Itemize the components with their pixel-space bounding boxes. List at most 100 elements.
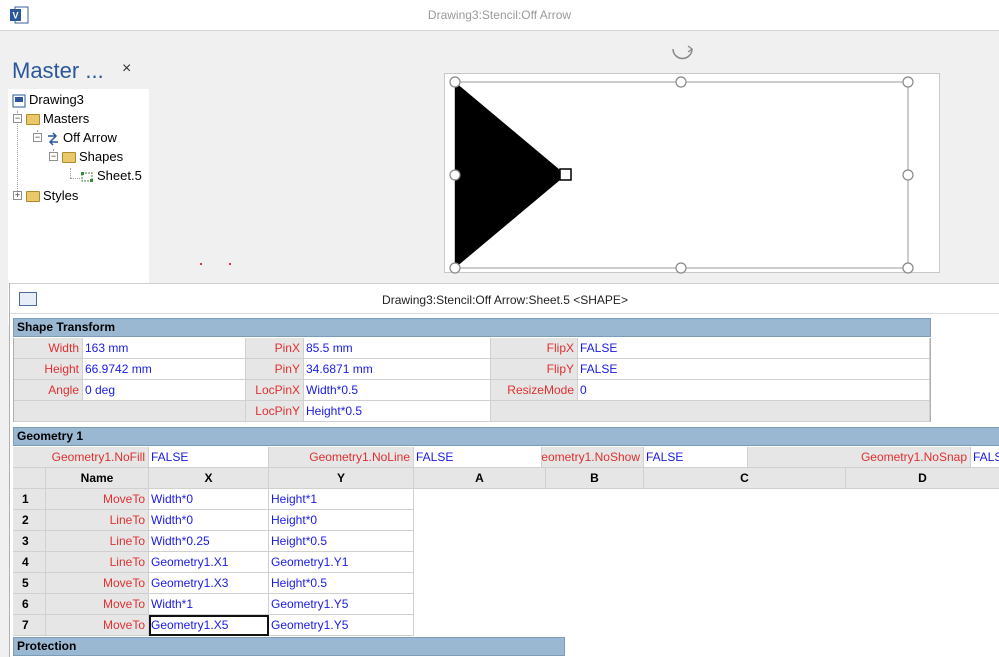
cell-value[interactable]: FALSE bbox=[578, 359, 930, 380]
shape-transform-grid: Width 163 mm PinX 85.5 mm FlipX FALSE He… bbox=[13, 338, 931, 422]
tree-item-off-arrow[interactable]: Off Arrow bbox=[46, 128, 117, 147]
tree-line bbox=[70, 178, 80, 179]
x-cell[interactable]: Geometry1.X3 bbox=[149, 573, 269, 594]
shape-selection[interactable] bbox=[444, 43, 944, 281]
off-arrow-shape[interactable] bbox=[455, 82, 566, 268]
connection-point[interactable] bbox=[559, 168, 572, 181]
master-shape-icon bbox=[48, 132, 58, 146]
cell-value[interactable]: FALS bbox=[971, 447, 999, 468]
collapse-icon[interactable]: − bbox=[13, 114, 22, 123]
row-name-cell: LineTo bbox=[46, 510, 149, 531]
tree-item-drawing3[interactable]: Drawing3 bbox=[12, 90, 84, 109]
tree-item-label: Off Arrow bbox=[63, 130, 117, 145]
tree-item-label: Sheet.5 bbox=[97, 168, 142, 183]
tree-line bbox=[70, 168, 71, 178]
y-cell[interactable]: Height*1 bbox=[269, 489, 414, 510]
section-header-shape-transform[interactable]: Shape Transform bbox=[13, 318, 931, 337]
shape-icon bbox=[81, 171, 93, 182]
x-cell[interactable]: Geometry1.X1 bbox=[149, 552, 269, 573]
x-cell[interactable]: Geometry1.X5 bbox=[149, 615, 269, 636]
cell-label: Geometry1.NoFill bbox=[13, 447, 149, 468]
x-cell[interactable]: Width*1 bbox=[149, 594, 269, 615]
resize-handle[interactable] bbox=[675, 76, 687, 88]
canvas-dot bbox=[229, 263, 231, 265]
x-cell[interactable]: Width*0 bbox=[149, 510, 269, 531]
y-cell[interactable]: Height*0.5 bbox=[269, 531, 414, 552]
column-header-corner bbox=[13, 468, 46, 489]
cell-value[interactable]: 34.6871 mm bbox=[304, 359, 491, 380]
tree-item-label: Shapes bbox=[79, 149, 124, 164]
collapse-icon[interactable]: − bbox=[49, 152, 58, 161]
tree-item-label: Masters bbox=[43, 111, 90, 126]
cell-label: Height bbox=[14, 359, 83, 380]
cell-value[interactable]: Height*0.5 bbox=[304, 401, 491, 422]
resize-handle[interactable] bbox=[449, 169, 461, 181]
cell-value[interactable]: 85.5 mm bbox=[304, 338, 491, 359]
resize-handle[interactable] bbox=[902, 169, 914, 181]
column-header-y: Y bbox=[269, 468, 414, 489]
y-cell[interactable]: Geometry1.Y1 bbox=[269, 552, 414, 573]
cell-label: PinX bbox=[246, 338, 304, 359]
drawing-icon bbox=[12, 94, 26, 108]
x-cell[interactable]: Width*0 bbox=[149, 489, 269, 510]
row-number: 1 bbox=[13, 489, 46, 510]
cell-label: Geometry1.NoSnap bbox=[748, 447, 971, 468]
cell-label: Geometry1.NoLine bbox=[269, 447, 414, 468]
collapse-icon[interactable]: − bbox=[33, 133, 42, 142]
cell-value[interactable]: 0 bbox=[578, 380, 930, 401]
y-cell[interactable]: Geometry1.Y5 bbox=[269, 615, 414, 636]
tree-item-styles[interactable]: Styles bbox=[26, 186, 78, 205]
row-name-cell: LineTo bbox=[46, 552, 149, 573]
cell-value[interactable]: 66.9742 mm bbox=[83, 359, 246, 380]
resize-handle[interactable] bbox=[449, 76, 461, 88]
row-number: 7 bbox=[13, 615, 46, 636]
y-cell[interactable]: Geometry1.Y5 bbox=[269, 594, 414, 615]
panel-title: Master ... bbox=[12, 58, 104, 83]
cell-label: Geometry1.NoShow bbox=[542, 447, 644, 468]
column-header-c: C bbox=[644, 468, 846, 489]
shapesheet-title: Drawing3:Stencil:Off Arrow:Sheet.5 <SHAP… bbox=[382, 293, 628, 307]
cell-value[interactable]: 163 mm bbox=[83, 338, 246, 359]
master-explorer-panel: Master ... × Drawing3 − Masters − Off Ar… bbox=[4, 44, 152, 325]
cell-label: FlipY bbox=[491, 359, 578, 380]
shapesheet-title-bar: Drawing3:Stencil:Off Arrow:Sheet.5 <SHAP… bbox=[10, 283, 999, 314]
resize-handle[interactable] bbox=[902, 262, 914, 274]
cell-label: LocPinX bbox=[246, 380, 304, 401]
row-name-cell: MoveTo bbox=[46, 489, 149, 510]
window-title: Drawing3:Stencil:Off Arrow bbox=[427, 8, 572, 22]
close-icon[interactable]: × bbox=[122, 60, 131, 78]
cell-value[interactable]: FALSE bbox=[414, 447, 542, 468]
expand-icon[interactable]: + bbox=[13, 191, 22, 200]
x-cell[interactable]: Width*0.25 bbox=[149, 531, 269, 552]
cell-value[interactable]: FALSE bbox=[644, 447, 748, 468]
row-name-cell: LineTo bbox=[46, 531, 149, 552]
cell-label: ResizeMode bbox=[491, 380, 578, 401]
column-header-d: D bbox=[846, 468, 999, 489]
cell-empty bbox=[14, 401, 246, 422]
drawing-canvas[interactable] bbox=[152, 31, 999, 283]
cell-label: Angle bbox=[14, 380, 83, 401]
row-number: 4 bbox=[13, 552, 46, 573]
tree-item-sheet5[interactable]: Sheet.5 bbox=[80, 166, 142, 185]
row-number: 3 bbox=[13, 531, 46, 552]
resize-handle[interactable] bbox=[675, 262, 687, 274]
section-header-geometry-1[interactable]: Geometry 1 bbox=[13, 427, 999, 446]
tree-item-masters[interactable]: Masters bbox=[26, 109, 89, 128]
resize-handle[interactable] bbox=[449, 262, 461, 274]
row-name-cell: MoveTo bbox=[46, 615, 149, 636]
row-name-cell: MoveTo bbox=[46, 594, 149, 615]
resize-handle[interactable] bbox=[902, 76, 914, 88]
cell-value[interactable]: FALSE bbox=[149, 447, 269, 468]
title-bar: V Drawing3:Stencil:Off Arrow bbox=[0, 0, 999, 31]
y-cell[interactable]: Height*0 bbox=[269, 510, 414, 531]
shapesheet-body: Shape Transform Width 163 mm PinX 85.5 m… bbox=[13, 318, 999, 657]
cell-empty bbox=[491, 401, 930, 422]
cell-value[interactable]: FALSE bbox=[578, 338, 930, 359]
row-number: 2 bbox=[13, 510, 46, 531]
y-cell[interactable]: Height*0.5 bbox=[269, 573, 414, 594]
tree-item-shapes[interactable]: Shapes bbox=[62, 147, 123, 166]
cell-value[interactable]: Width*0.5 bbox=[304, 380, 491, 401]
section-header-protection[interactable]: Protection bbox=[13, 637, 565, 656]
cell-value[interactable]: 0 deg bbox=[83, 380, 246, 401]
cell-label: PinY bbox=[246, 359, 304, 380]
